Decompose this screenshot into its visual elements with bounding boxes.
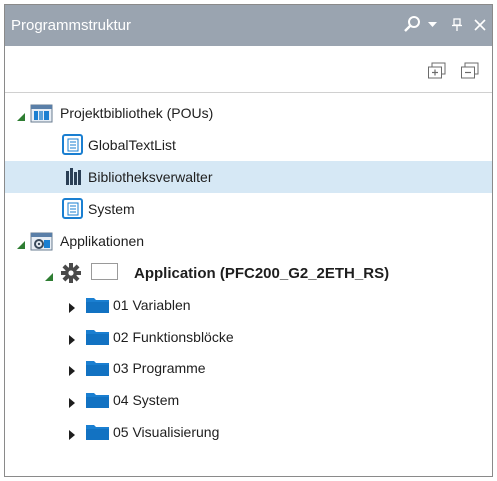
tree-item-label: 04 System — [113, 392, 180, 408]
tree-item-global-text-list[interactable]: GlobalTextList — [5, 130, 492, 160]
tree-item-folder[interactable]: 02 Funktionsblöcke — [5, 322, 492, 352]
collapsed-triangle-icon[interactable] — [69, 300, 79, 313]
library-icon — [30, 102, 54, 127]
panel-toolbar — [5, 46, 492, 93]
tree-item-label: 05 Visualisierung — [113, 424, 220, 440]
folder-icon — [86, 359, 110, 380]
collapsed-triangle-icon[interactable] — [69, 363, 79, 376]
folder-icon — [86, 296, 110, 317]
tree-item-folder[interactable]: 01 Variablen — [5, 290, 492, 320]
search-icon[interactable] — [401, 14, 425, 36]
application-icon — [30, 230, 54, 255]
tree-item-label: Projektbibliothek (POUs) — [60, 105, 214, 121]
tree-item-application[interactable]: Application (PFC200_G2_2ETH_RS) — [5, 257, 492, 289]
tree-item-folder[interactable]: 05 Visualisierung — [5, 417, 492, 447]
program-tree: Projektbibliothek (POUs) GlobalTextList — [5, 93, 492, 476]
expanded-triangle-icon[interactable] — [45, 268, 55, 281]
application-checkbox[interactable] — [91, 263, 118, 280]
collapsed-triangle-icon[interactable] — [69, 395, 79, 408]
folder-icon — [86, 328, 110, 349]
collapsed-triangle-icon[interactable] — [69, 332, 79, 345]
tree-item-applications[interactable]: Applikationen — [5, 226, 492, 256]
text-list-icon — [62, 198, 84, 223]
dropdown-arrow-icon[interactable] — [426, 14, 438, 36]
tree-item-project-library[interactable]: Projektbibliothek (POUs) — [5, 98, 492, 128]
tree-item-folder[interactable]: 03 Programme — [5, 353, 492, 383]
expand-all-icon[interactable] — [427, 62, 447, 80]
panel-title: Programmstruktur — [11, 17, 132, 34]
tree-item-label: Application (PFC200_G2_2ETH_RS) — [134, 265, 390, 282]
tree-item-folder[interactable]: 04 System — [5, 385, 492, 415]
collapse-all-icon[interactable] — [460, 62, 480, 80]
close-icon[interactable] — [471, 14, 489, 36]
folder-icon — [86, 391, 110, 412]
folder-icon — [86, 423, 110, 444]
tree-item-label: Bibliotheksverwalter — [88, 169, 213, 185]
tree-item-label: Applikationen — [60, 233, 145, 249]
tree-item-label: System — [88, 201, 135, 217]
tree-item-label: 03 Programme — [113, 360, 206, 376]
program-structure-panel: Programmstruktur Projektbibliothek (POUs… — [4, 4, 493, 477]
pin-icon[interactable] — [449, 14, 465, 36]
gear-icon — [61, 263, 81, 286]
expanded-triangle-icon[interactable] — [17, 108, 27, 121]
tree-item-label: GlobalTextList — [88, 137, 176, 153]
library-manager-icon — [65, 168, 85, 189]
tree-item-library-manager[interactable]: Bibliotheksverwalter — [5, 161, 492, 193]
text-list-icon — [62, 134, 84, 159]
panel-title-bar: Programmstruktur — [5, 5, 492, 46]
collapsed-triangle-icon[interactable] — [69, 427, 79, 440]
tree-item-label: 01 Variablen — [113, 297, 191, 313]
tree-item-label: 02 Funktionsblöcke — [113, 329, 234, 345]
tree-item-system[interactable]: System — [5, 194, 492, 224]
expanded-triangle-icon[interactable] — [17, 236, 27, 249]
